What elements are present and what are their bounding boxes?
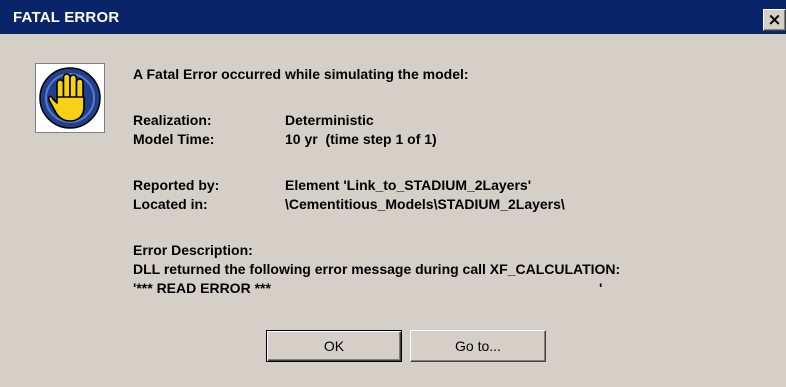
close-icon: × [767, 10, 782, 30]
error-description-label: Error Description: [133, 242, 253, 258]
reported-by-label: Reported by: [133, 177, 220, 193]
error-heading: A Fatal Error occurred while simulating … [133, 66, 469, 82]
window-title: FATAL ERROR [13, 9, 120, 26]
model-time-value: 10 yr (time step 1 of 1) [285, 131, 437, 147]
realization-label: Realization: [133, 112, 212, 128]
model-time-label: Model Time: [133, 131, 215, 147]
goto-button[interactable]: Go to... [410, 330, 546, 362]
error-message-line-1: DLL returned the following error message… [133, 261, 621, 277]
fatal-error-dialog: FATAL ERROR × A Fatal Error occurred whi… [0, 0, 786, 387]
realization-value: Deterministic [285, 112, 374, 128]
located-in-value: \Cementitious_Models\STADIUM_2Layers\ [285, 196, 565, 212]
located-in-label: Located in: [133, 196, 208, 212]
title-bar[interactable]: FATAL ERROR × [0, 0, 786, 34]
close-button[interactable]: × [763, 9, 786, 31]
ok-button[interactable]: OK [266, 330, 402, 362]
reported-by-value: Element 'Link_to_STADIUM_2Layers' [285, 177, 532, 193]
stop-hand-icon [35, 63, 105, 133]
error-message-line-2-tail: ' [599, 280, 603, 296]
error-message-line-2: '*** READ ERROR *** [133, 280, 271, 296]
